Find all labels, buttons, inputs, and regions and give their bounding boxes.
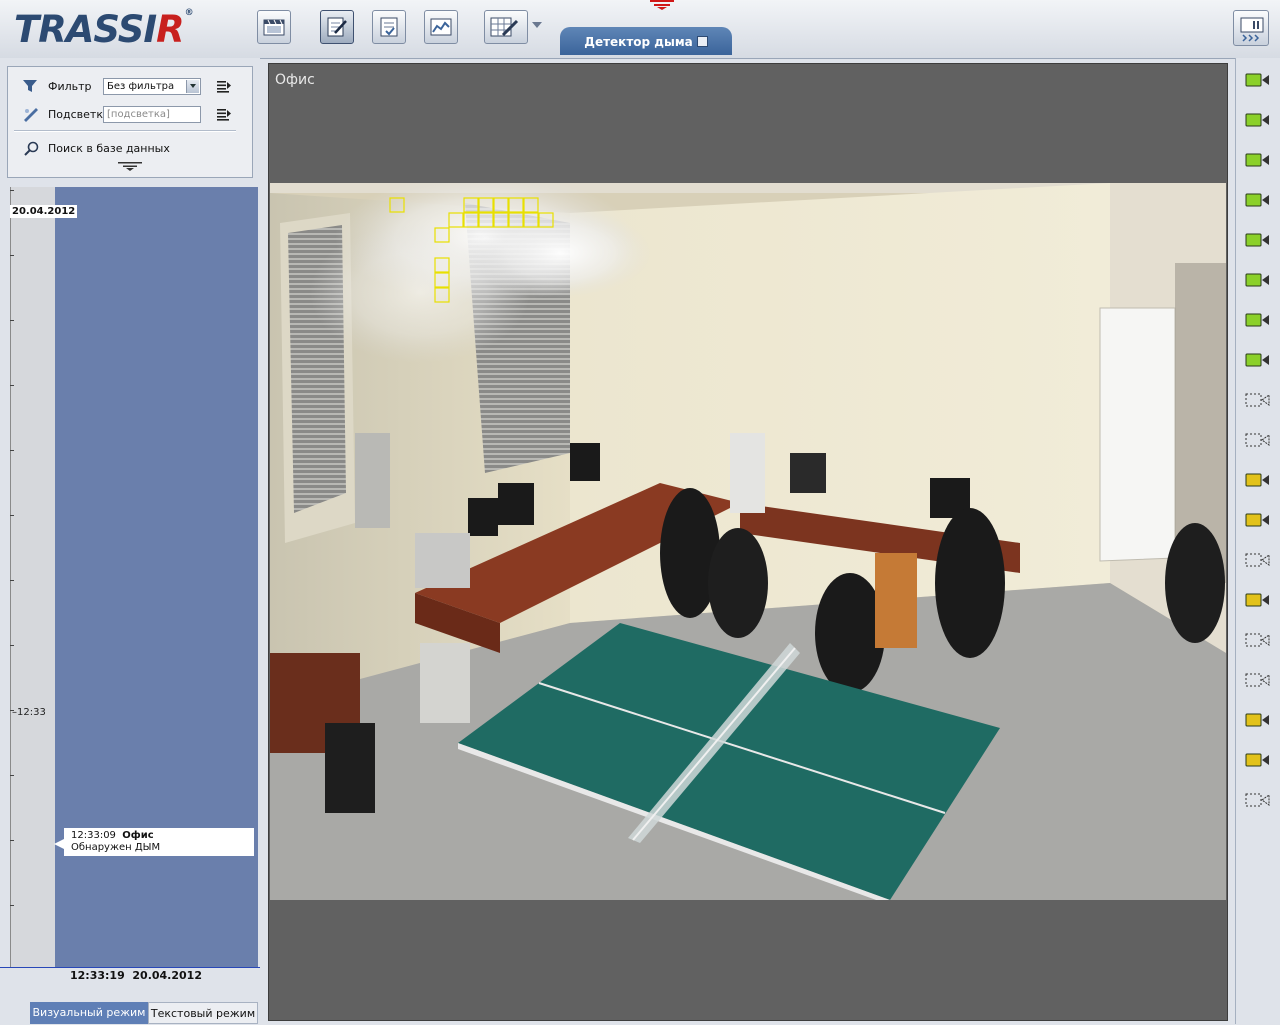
chevron-down-icon[interactable] bbox=[186, 80, 199, 93]
filter-select[interactable]: Без фильтра bbox=[103, 78, 201, 95]
timeline-tick bbox=[10, 775, 14, 776]
camera-item[interactable] bbox=[1238, 180, 1276, 216]
camera-item[interactable] bbox=[1238, 660, 1276, 696]
camera-icon bbox=[1245, 193, 1269, 207]
camera-offline-icon bbox=[1245, 393, 1270, 407]
camera-item[interactable] bbox=[1238, 620, 1276, 656]
highlight-label: Подсветка bbox=[48, 108, 110, 121]
camera-item[interactable] bbox=[1238, 700, 1276, 736]
timeline-time-mark: –12:33 bbox=[12, 707, 46, 718]
tab-visual-mode[interactable]: Визуальный режим bbox=[30, 1002, 148, 1024]
camera-item[interactable] bbox=[1238, 340, 1276, 376]
archive-icon bbox=[380, 17, 398, 37]
camera-item[interactable] bbox=[1238, 420, 1276, 456]
current-time: 12:33:19 20.04.2012 bbox=[70, 969, 202, 982]
camera-panel-toggle-button[interactable] bbox=[1233, 10, 1269, 46]
camera-icon bbox=[1245, 753, 1269, 767]
camera-icon bbox=[1245, 713, 1269, 727]
collapse-handle-icon[interactable] bbox=[118, 161, 142, 171]
monitor-arrows-icon bbox=[1240, 17, 1264, 42]
highlight-marker-icon bbox=[24, 108, 38, 122]
list-arrow-icon[interactable] bbox=[216, 80, 232, 93]
camera-item[interactable] bbox=[1238, 500, 1276, 536]
camera-icon bbox=[1245, 273, 1269, 287]
camera-offline-icon bbox=[1245, 433, 1270, 447]
camera-item[interactable] bbox=[1238, 220, 1276, 256]
camera-offline-icon bbox=[1245, 553, 1270, 567]
tab-label: Детектор дыма bbox=[584, 35, 693, 49]
chevron-down-icon[interactable] bbox=[532, 22, 542, 28]
filter-select-value: Без фильтра bbox=[107, 81, 175, 92]
search-icon bbox=[24, 141, 39, 156]
camera-offline-icon bbox=[1245, 673, 1270, 687]
timeline-axis bbox=[10, 187, 11, 967]
timeline-tick bbox=[10, 255, 14, 256]
tab-text-mode[interactable]: Текстовый режим bbox=[148, 1002, 258, 1024]
camera-item[interactable] bbox=[1238, 300, 1276, 336]
event-card[interactable]: 12:33:09 Офис Обнаружен ДЫМ bbox=[64, 828, 254, 856]
camera-item[interactable] bbox=[1238, 740, 1276, 776]
timeline-tick bbox=[10, 840, 14, 841]
camera-icon bbox=[1245, 353, 1269, 367]
notepad-pen-icon bbox=[327, 17, 347, 37]
timeline-tick bbox=[10, 645, 14, 646]
timeline-start-date: 20.04.2012 bbox=[10, 205, 78, 218]
save-icon[interactable] bbox=[696, 36, 708, 47]
grid-wrench-icon bbox=[490, 17, 519, 37]
timeline-tick bbox=[10, 905, 14, 906]
event-camera: Офис bbox=[122, 830, 154, 841]
list-arrow-icon[interactable] bbox=[216, 108, 232, 121]
camera-icon bbox=[1245, 153, 1269, 167]
timeline-tick bbox=[10, 190, 14, 191]
camera-item[interactable] bbox=[1238, 260, 1276, 296]
camera-icon bbox=[1245, 593, 1269, 607]
film-icon bbox=[263, 19, 285, 36]
camera-item[interactable] bbox=[1238, 540, 1276, 576]
timeline-tick bbox=[10, 385, 14, 386]
timeline-tick bbox=[10, 320, 14, 321]
camera-item[interactable] bbox=[1238, 780, 1276, 816]
camera-offline-icon bbox=[1245, 633, 1270, 647]
divider bbox=[14, 130, 236, 132]
camera-icon bbox=[1245, 73, 1269, 87]
camera-item[interactable] bbox=[1238, 60, 1276, 96]
camera-video-frame[interactable] bbox=[270, 183, 1226, 900]
event-time: 12:33:09 bbox=[71, 830, 116, 841]
highlight-input[interactable]: [подсветка] bbox=[103, 106, 201, 123]
filter-label: Фильтр bbox=[48, 80, 92, 93]
camera-item[interactable] bbox=[1238, 100, 1276, 136]
trassir-logo: TRASSIR® bbox=[14, 8, 194, 51]
camera-name-overlay: Офис bbox=[275, 72, 315, 88]
camera-item[interactable] bbox=[1238, 580, 1276, 616]
camera-item[interactable] bbox=[1238, 460, 1276, 496]
camera-icon bbox=[1245, 113, 1269, 127]
funnel-icon bbox=[23, 80, 37, 92]
events-button[interactable] bbox=[320, 10, 354, 44]
camera-icon bbox=[1245, 233, 1269, 247]
timeline-scale[interactable] bbox=[10, 187, 55, 967]
video-wall-button[interactable] bbox=[257, 10, 291, 44]
tab-smoke-detector[interactable]: Детектор дыма bbox=[560, 27, 732, 55]
office-scene-image bbox=[270, 183, 1226, 900]
alarm-indicator-icon bbox=[650, 0, 674, 10]
event-text: Обнаружен ДЫМ bbox=[71, 842, 161, 853]
archive-button[interactable] bbox=[372, 10, 406, 44]
camera-offline-icon bbox=[1245, 793, 1270, 807]
camera-item[interactable] bbox=[1238, 380, 1276, 416]
reports-button[interactable] bbox=[424, 10, 458, 44]
settings-button[interactable] bbox=[484, 10, 528, 44]
camera-icon bbox=[1245, 513, 1269, 527]
chart-icon bbox=[430, 18, 452, 36]
camera-icon bbox=[1245, 473, 1269, 487]
timeline-tick bbox=[10, 515, 14, 516]
camera-icon bbox=[1245, 313, 1269, 327]
timeline-tick bbox=[10, 450, 14, 451]
current-time-line bbox=[0, 967, 260, 968]
event-pointer bbox=[54, 839, 64, 849]
search-database-link[interactable]: Поиск в базе данных bbox=[48, 142, 170, 155]
timeline-tick bbox=[10, 580, 14, 581]
camera-item[interactable] bbox=[1238, 140, 1276, 176]
